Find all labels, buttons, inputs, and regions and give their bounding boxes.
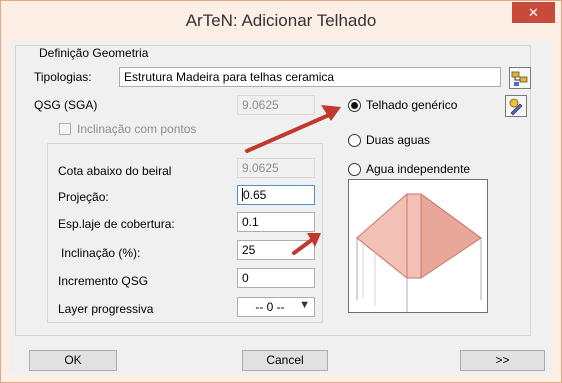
radio-agua-independente[interactable]	[348, 163, 361, 176]
folder-tree-icon	[511, 71, 528, 86]
roof-preview	[348, 179, 488, 313]
incremento-field[interactable]: 0	[237, 268, 315, 288]
roof-preview-image	[356, 193, 482, 312]
inclinacao-pontos-label: Inclinação com pontos	[77, 122, 197, 136]
qsg-field: 9.0625	[237, 95, 315, 115]
group-label: Definição Geometria	[36, 46, 152, 60]
layer-selected-value: -- 0 --	[255, 300, 285, 314]
cota-label: Cota abaixo do beiral	[58, 164, 172, 178]
ok-button[interactable]: OK	[29, 350, 117, 371]
radio-telhado-generico-label: Telhado genérico	[366, 98, 458, 112]
esp-laje-field[interactable]: 0.1	[237, 212, 315, 232]
inclinacao-label: Inclinação (%):	[61, 246, 141, 260]
close-button[interactable]: ✕	[512, 2, 555, 23]
tipologias-label: Tipologias:	[34, 70, 92, 84]
chevron-down-icon: ▼	[299, 299, 310, 311]
radio-duas-aguas[interactable]	[348, 134, 361, 147]
window-title: ArTeN: Adicionar Telhado	[185, 11, 377, 30]
inclinacao-pontos-checkbox[interactable]	[59, 123, 71, 135]
radio-telhado-generico[interactable]	[348, 99, 361, 112]
radio-agua-independente-label: Agua independente	[366, 162, 471, 176]
tipologias-browse-button[interactable]	[509, 67, 531, 89]
projecao-field[interactable]: 0.65	[237, 185, 315, 205]
layer-label: Layer progressiva	[58, 302, 154, 316]
title-bar[interactable]: ArTeN: Adicionar Telhado ✕	[1, 1, 561, 39]
pencil-config-icon	[509, 98, 523, 116]
projecao-value: 0.65	[243, 188, 267, 202]
next-button[interactable]: >>	[460, 350, 545, 371]
dialog-client: Definição Geometria Tipologias: Estrutur…	[9, 40, 552, 374]
dialog-window: ArTeN: Adicionar Telhado ✕ Definição Geo…	[0, 0, 562, 383]
cota-field: 9.0625	[237, 158, 315, 178]
tipologias-field[interactable]: Estrutura Madeira para telhas ceramica	[119, 67, 501, 87]
esp-laje-label: Esp.laje de cobertura:	[58, 217, 175, 231]
cancel-button[interactable]: Cancel	[242, 350, 328, 371]
close-icon: ✕	[528, 5, 539, 20]
inclinacao-field[interactable]: 25	[237, 240, 315, 260]
projecao-label: Projeção:	[58, 190, 109, 204]
layer-select[interactable]: -- 0 -- ▼	[237, 297, 315, 317]
qsg-label: QSG (SGA)	[34, 98, 98, 112]
radio-duas-aguas-label: Duas aguas	[366, 133, 431, 147]
edit-button[interactable]	[505, 95, 527, 117]
incremento-label: Incremento QSG	[58, 274, 149, 288]
